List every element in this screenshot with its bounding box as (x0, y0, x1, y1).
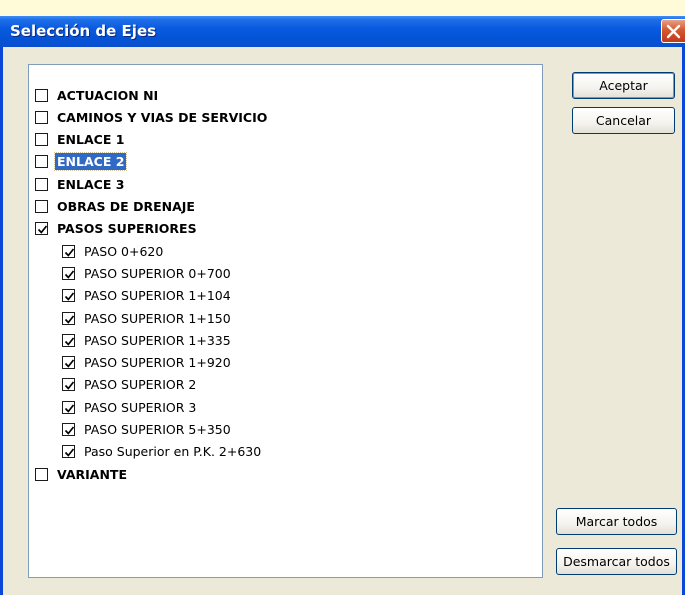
check-mark-icon (64, 404, 75, 413)
item-checkbox[interactable] (62, 378, 75, 392)
item-label: PASO SUPERIOR 0+700 (84, 265, 231, 281)
item-checkbox[interactable] (35, 110, 48, 124)
item-label: PASOS SUPERIORES (57, 221, 197, 237)
list-item[interactable]: PASO SUPERIOR 1+335 (62, 330, 233, 350)
list-item[interactable]: PASO SUPERIOR 3 (62, 397, 198, 417)
item-label: ACTUACION NI (57, 87, 159, 103)
item-checkbox[interactable] (35, 222, 48, 236)
list-item[interactable]: PASO SUPERIOR 1+920 (62, 353, 233, 373)
item-label: VARIANTE (57, 466, 127, 482)
item-label: Paso Superior en P.K. 2+630 (84, 444, 262, 460)
item-checkbox[interactable] (35, 200, 48, 213)
check-mark-icon (64, 337, 75, 346)
list-item[interactable]: ENLACE 2 (35, 152, 128, 172)
item-label: PASO SUPERIOR 5+350 (84, 422, 231, 437)
item-label: PASO SUPERIOR 2 (84, 377, 197, 393)
list-item[interactable]: PASO SUPERIOR 1+104 (62, 286, 233, 306)
list-item[interactable]: VARIANTE (35, 464, 129, 484)
item-checkbox[interactable] (62, 289, 75, 303)
axes-checklist[interactable]: ACTUACION NI CAMINOS Y VIAS DE SERVICIO EN… (28, 64, 543, 578)
item-label: PASO SUPERIOR 1+920 (84, 355, 231, 371)
list-item[interactable]: ACTUACION NI (35, 85, 160, 105)
item-checkbox[interactable] (62, 311, 75, 325)
check-all-button[interactable]: Marcar todos (556, 508, 677, 535)
close-button[interactable] (661, 19, 685, 43)
cancel-button[interactable]: Cancelar (572, 107, 675, 134)
item-checkbox[interactable] (62, 423, 75, 436)
dialog-window: Selección de Ejes ACTUACION NI CAMINOS Y … (0, 16, 685, 595)
item-checkbox[interactable] (62, 266, 75, 280)
check-mark-icon (64, 381, 75, 391)
item-checkbox[interactable] (35, 133, 48, 147)
item-label: PASO 0+620 (84, 243, 164, 259)
item-checkbox[interactable] (35, 467, 48, 481)
item-checkbox[interactable] (62, 445, 75, 459)
item-label: ENLACE 3 (57, 176, 125, 192)
item-label: ENLACE 1 (57, 132, 125, 148)
list-item[interactable]: OBRAS DE DRENAJE (35, 197, 197, 217)
list-item[interactable]: PASOS SUPERIORES (35, 219, 199, 239)
check-mark-icon (64, 270, 75, 279)
list-item[interactable]: ENLACE 1 (35, 130, 126, 150)
item-checkbox[interactable] (35, 155, 48, 169)
list-item[interactable]: PASO SUPERIOR 1+150 (62, 308, 233, 328)
item-label: PASO SUPERIOR 1+150 (84, 310, 231, 326)
list-item[interactable]: PASO SUPERIOR 5+350 (62, 420, 233, 440)
list-item[interactable]: Paso Superior en P.K. 2+630 (62, 442, 263, 462)
list-item[interactable]: CAMINOS Y VIAS DE SERVICIO (35, 107, 269, 127)
check-mark-icon (64, 248, 75, 257)
item-checkbox[interactable] (62, 333, 75, 347)
check-mark-icon (64, 448, 75, 458)
list-item[interactable]: ENLACE 3 (35, 174, 126, 194)
list-item[interactable]: PASO 0+620 (62, 241, 165, 261)
check-mark-icon (64, 359, 75, 368)
title-bar[interactable]: Selección de Ejes (0, 16, 685, 47)
close-icon (666, 24, 681, 39)
item-label: PASO SUPERIOR 3 (84, 399, 197, 415)
check-mark-icon (64, 314, 75, 324)
window-title: Selección de Ejes (10, 22, 157, 40)
item-checkbox[interactable] (35, 177, 48, 191)
list-item[interactable]: PASO SUPERIOR 2 (62, 375, 198, 395)
item-checkbox[interactable] (35, 88, 48, 102)
check-mark-icon (64, 292, 75, 301)
item-label: OBRAS DE DRENAJE (57, 199, 195, 214)
check-mark-icon (64, 426, 75, 435)
item-checkbox[interactable] (62, 400, 75, 414)
check-mark-icon (37, 225, 48, 235)
item-label: CAMINOS Y VIAS DE SERVICIO (57, 109, 268, 125)
item-label: ENLACE 2 (53, 152, 128, 172)
uncheck-all-button[interactable]: Desmarcar todos (556, 548, 677, 575)
list-item[interactable]: PASO SUPERIOR 0+700 (62, 263, 233, 283)
item-checkbox[interactable] (62, 244, 75, 258)
item-checkbox[interactable] (62, 356, 75, 370)
accept-button[interactable]: Aceptar (572, 72, 675, 99)
item-label: PASO SUPERIOR 1+335 (84, 332, 231, 348)
item-label: PASO SUPERIOR 1+104 (84, 288, 231, 304)
